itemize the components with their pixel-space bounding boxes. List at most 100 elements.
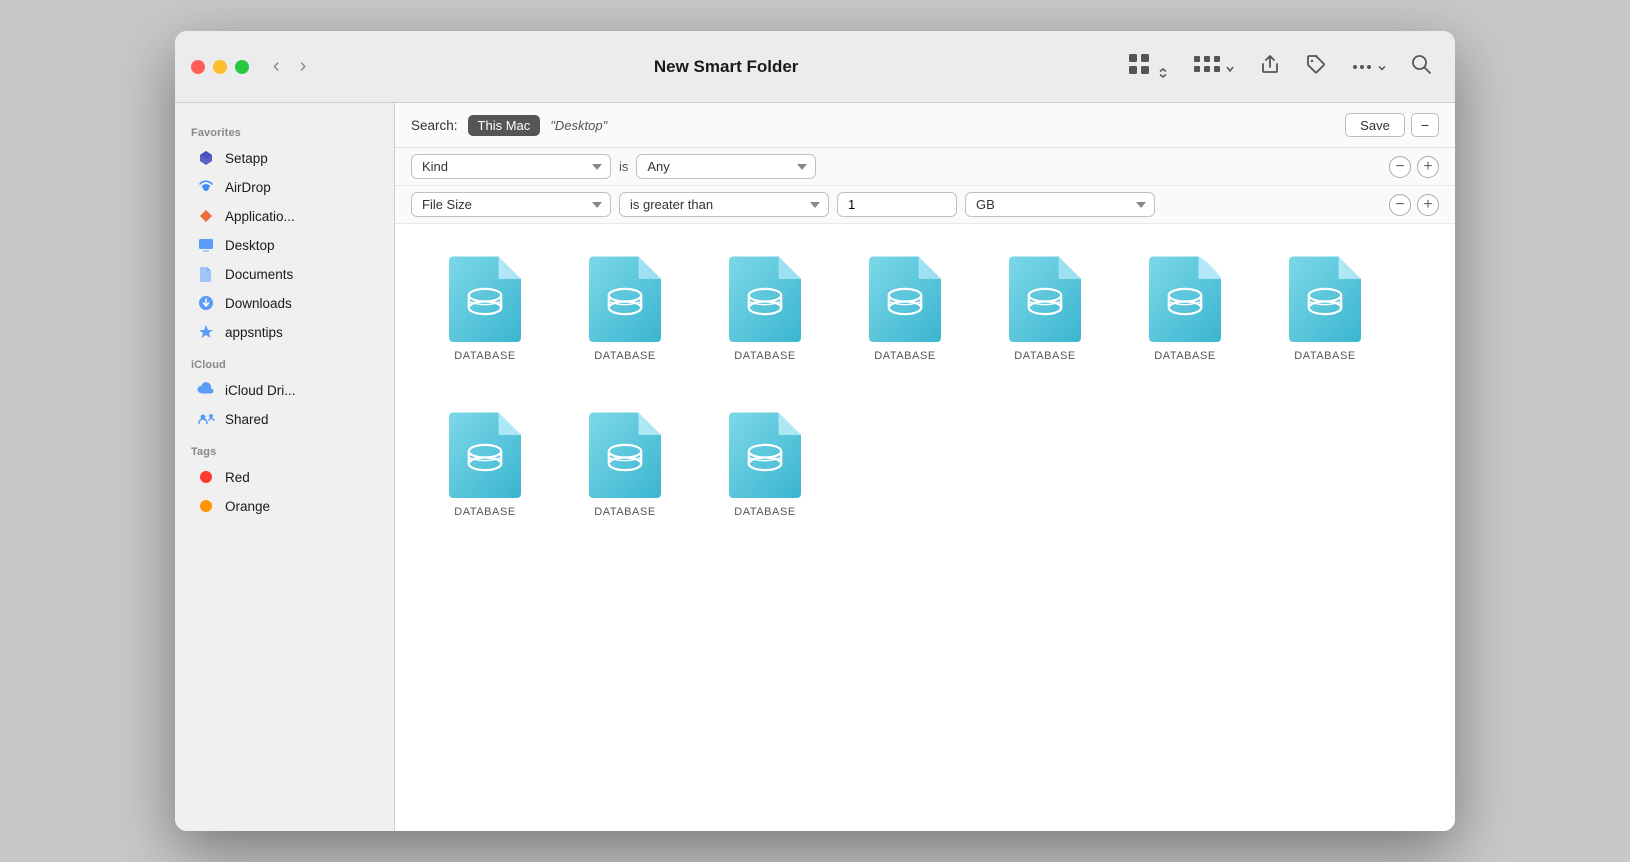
setapp-icon [197,149,215,167]
favorites-section-label: Favorites [175,115,394,143]
filter2-field-select[interactable]: Kind File Size Date Created Date Modifie… [411,192,611,217]
sidebar-item-airdrop-label: AirDrop [225,180,271,195]
file-item[interactable]: DATABASE [425,400,545,526]
share-button[interactable] [1252,48,1288,85]
sidebar-item-red[interactable]: Red [181,463,388,491]
main-area: Favorites Setapp [175,103,1455,831]
list-icon [1192,54,1220,74]
more-button[interactable] [1344,51,1393,82]
file-item[interactable]: DATABASE [565,400,685,526]
file-label: DATABASE [594,350,655,362]
forward-button[interactable]: › [292,51,315,82]
grid-icon [1125,50,1153,78]
close-button[interactable] [191,60,205,74]
database-file-icon [440,252,530,342]
icloud-section-label: iCloud [175,347,394,375]
filter1-value-select[interactable]: Any Application Document Folder Image Mo… [636,154,816,179]
filter1-field-select[interactable]: Kind File Size Date Created Date Modifie… [411,154,611,179]
filter2-unit-select[interactable]: KB MB GB TB [965,192,1155,217]
search-actions: Save − [1345,113,1439,137]
file-item[interactable]: DATABASE [705,244,825,370]
file-label: DATABASE [734,350,795,362]
sidebar-item-airdrop[interactable]: AirDrop [181,173,388,201]
tag-icon [1305,53,1327,75]
sidebar-item-setapp-label: Setapp [225,151,268,166]
tags-section-label: Tags [175,434,394,462]
airdrop-icon [197,178,215,196]
sidebar-item-documents-label: Documents [225,267,293,282]
sidebar-item-applications[interactable]: Applicatio... [181,202,388,230]
sidebar-item-downloads-label: Downloads [225,296,292,311]
filter1-is-label: is [619,159,628,174]
file-item[interactable]: DATABASE [1125,244,1245,370]
toolbar-right [1118,45,1439,88]
filter1-minus-button[interactable]: − [1389,156,1411,178]
file-item[interactable]: DATABASE [845,244,965,370]
filter2-minus-button[interactable]: − [1389,194,1411,216]
database-file-icon [1280,252,1370,342]
view-icon-grid-button[interactable] [1118,45,1175,88]
filter-row-1: Kind File Size Date Created Date Modifie… [395,148,1455,186]
file-label: DATABASE [1014,350,1075,362]
sidebar-item-desktop-label: Desktop [225,238,275,253]
database-file-icon [720,252,810,342]
file-grid: DATABASE D [395,224,1455,831]
file-item[interactable]: DATABASE [985,244,1105,370]
search-label: Search: [411,118,458,133]
sidebar-item-downloads[interactable]: Downloads [181,289,388,317]
filter1-plus-button[interactable]: + [1417,156,1439,178]
share-icon [1259,53,1281,75]
sidebar-item-appsntips-label: appsntips [225,325,283,340]
filter2-number-input[interactable]: 1 [837,192,957,217]
file-item[interactable]: DATABASE [705,400,825,526]
search-button[interactable] [1403,48,1439,85]
desktop-icon [197,236,215,254]
save-button[interactable]: Save [1345,113,1405,137]
database-file-icon [1140,252,1230,342]
orange-tag-icon [197,497,215,515]
minimize-button[interactable] [213,60,227,74]
sidebar-item-icloud-drive[interactable]: iCloud Dri... [181,376,388,404]
chevron-down-icon [1225,64,1235,74]
downloads-icon [197,294,215,312]
magnifier-icon [1410,53,1432,75]
sidebar-item-shared-label: Shared [225,412,269,427]
sidebar-item-red-label: Red [225,470,250,485]
sidebar-item-appsntips[interactable]: appsntips [181,318,388,346]
file-label: DATABASE [1154,350,1215,362]
filter1-buttons: − + [1389,156,1439,178]
search-desktop-button[interactable]: "Desktop" [550,118,607,133]
tag-button[interactable] [1298,48,1334,85]
sidebar-item-desktop[interactable]: Desktop [181,231,388,259]
search-minus-button[interactable]: − [1411,113,1439,137]
file-item[interactable]: DATABASE [565,244,685,370]
database-file-icon [720,408,810,498]
search-bar: Search: This Mac "Desktop" Save − [395,103,1455,148]
file-item[interactable]: DATABASE [425,244,545,370]
view-icon-list-button[interactable] [1185,49,1242,84]
chevron-down2-icon [1378,64,1386,72]
titlebar: ‹ › New Smart Folder [175,31,1455,103]
back-button[interactable]: ‹ [265,51,288,82]
fullscreen-button[interactable] [235,60,249,74]
finder-window: ‹ › New Smart Folder [175,31,1455,831]
filter2-op-select[interactable]: is is greater than is less than is betwe… [619,192,829,217]
file-label: DATABASE [874,350,935,362]
database-file-icon [1000,252,1090,342]
sidebar: Favorites Setapp [175,103,395,831]
sidebar-item-setapp[interactable]: Setapp [181,144,388,172]
sidebar-item-orange-label: Orange [225,499,270,514]
sidebar-item-applications-label: Applicatio... [225,209,295,224]
file-label: DATABASE [734,506,795,518]
file-label: DATABASE [1294,350,1355,362]
shared-icon [197,410,215,428]
sidebar-item-icloud-drive-label: iCloud Dri... [225,383,296,398]
file-label: DATABASE [454,350,515,362]
sidebar-item-shared[interactable]: Shared [181,405,388,433]
file-item[interactable]: DATABASE [1265,244,1385,370]
appsntips-icon [197,323,215,341]
filter2-plus-button[interactable]: + [1417,194,1439,216]
search-this-mac-button[interactable]: This Mac [468,115,541,136]
sidebar-item-documents[interactable]: Documents [181,260,388,288]
sidebar-item-orange[interactable]: Orange [181,492,388,520]
